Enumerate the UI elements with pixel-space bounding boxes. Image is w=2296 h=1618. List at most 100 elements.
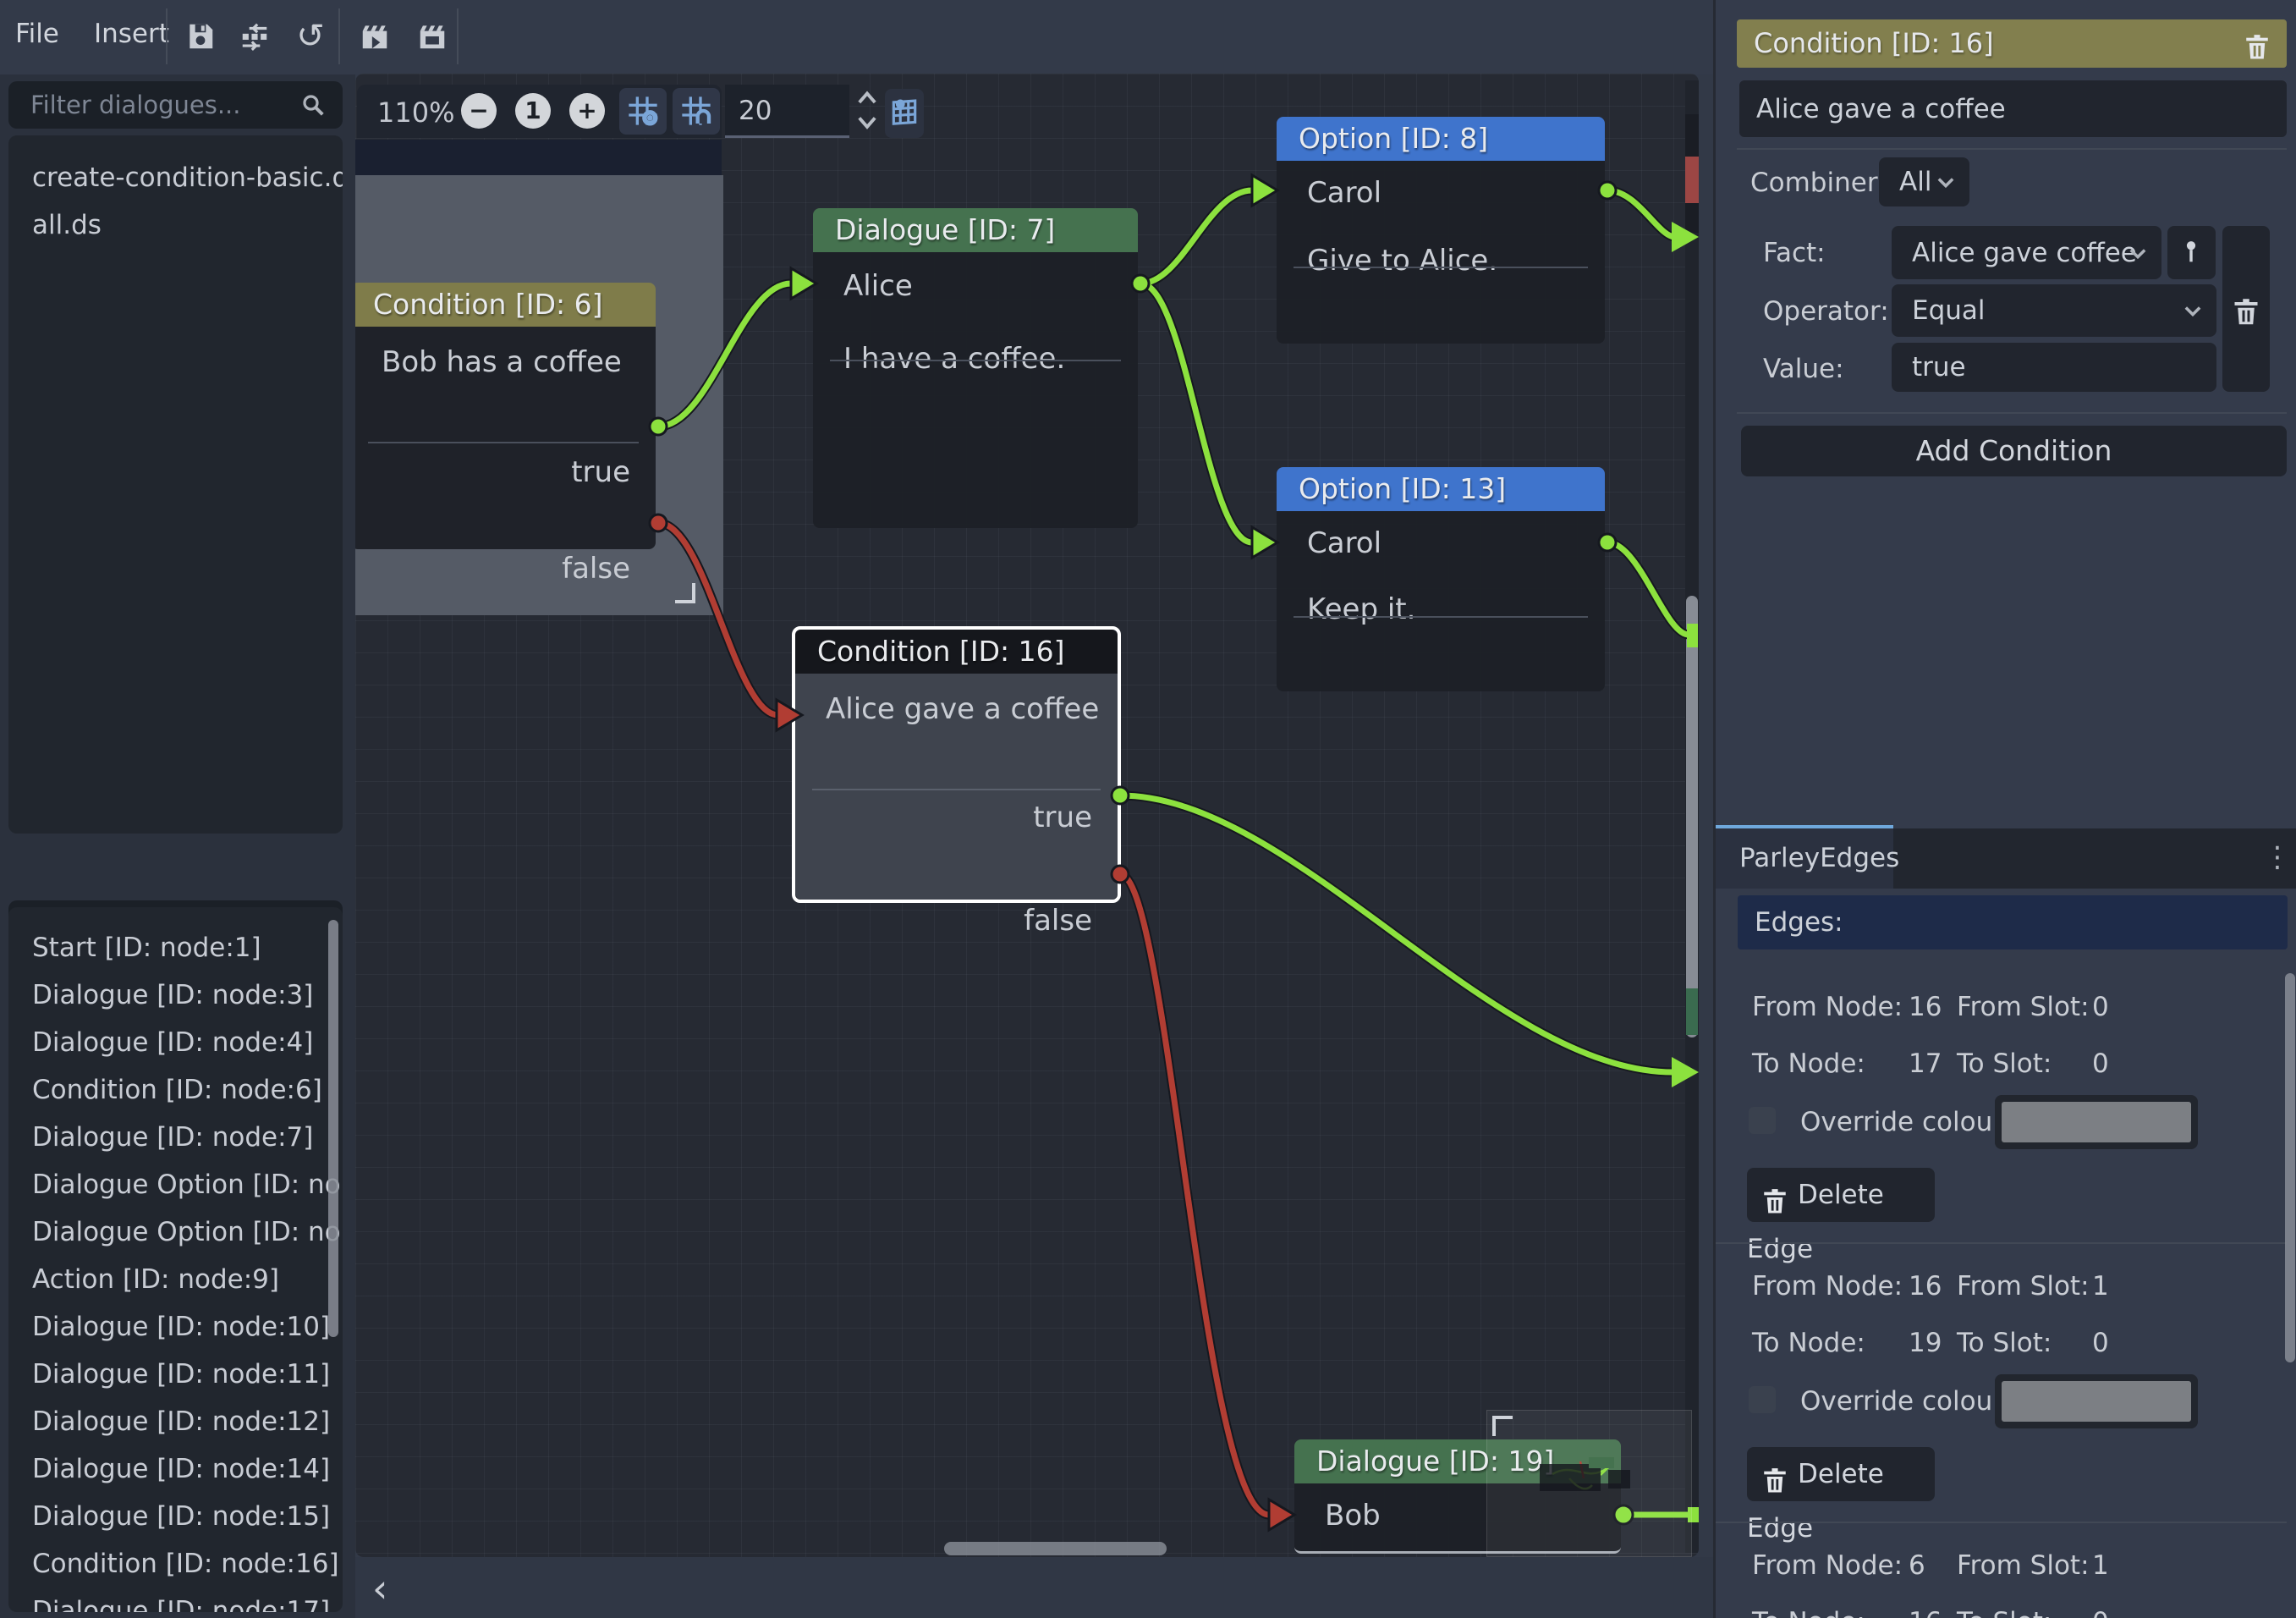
zoom-out-button[interactable]: −: [461, 93, 497, 129]
dialogue-file-item[interactable]: create-condition-basic.ds: [8, 154, 343, 201]
filter-dialogues-field[interactable]: [8, 81, 343, 129]
to-node-label: To Node:: [1752, 1607, 1865, 1618]
filter-dialogues-input[interactable]: [8, 81, 343, 129]
combiner-select[interactable]: All: [1879, 157, 1969, 206]
edge-to-row: To Node: 16 To Slot: 0: [1716, 1593, 2287, 1618]
fact-value: Alice gave coffee: [1912, 238, 2137, 268]
edge-entry: From Node: 16 From Slot: 0 To Node: 17 T…: [1716, 965, 2287, 1242]
colour-picker[interactable]: [1995, 1374, 2198, 1428]
pin-icon: [2177, 238, 2205, 267]
node-list-item[interactable]: Start [ID: node:1]: [8, 924, 343, 971]
search-icon: [300, 92, 326, 118]
snap-grid-button[interactable]: [673, 88, 720, 135]
node-list-item[interactable]: Dialogue Option [ID: no...: [8, 1208, 343, 1256]
edges-scrollbar[interactable]: [2285, 973, 2295, 1362]
canvas-footer: ‹: [355, 1557, 1713, 1618]
node-title: Option [ID: 8]: [1277, 117, 1605, 161]
inspector-title: Condition [ID: 16]: [1754, 27, 1994, 59]
node-list-item[interactable]: Condition [ID: node:16]: [8, 1540, 343, 1588]
arrange-nodes-icon[interactable]: [239, 20, 271, 52]
value-value: true: [1912, 352, 1966, 382]
zoom-level: 110%: [377, 96, 454, 129]
menu-file[interactable]: File: [0, 0, 74, 49]
node-option-8[interactable]: Option [ID: 8] Carol Give to Alice.: [1277, 117, 1605, 344]
node-list-item[interactable]: Dialogue [ID: node:17]: [8, 1588, 343, 1612]
operator-select[interactable]: Equal: [1892, 284, 2216, 337]
fact-pin-button[interactable]: [2167, 226, 2216, 279]
operator-value: Equal: [1912, 295, 1986, 326]
tab-parleyedges[interactable]: ParleyEdges: [1716, 828, 1893, 889]
edge-from-row: From Node: 16 From Slot: 1: [1716, 1258, 2287, 1314]
zoom-reset-button[interactable]: 1: [515, 93, 551, 129]
frame-resize-handle[interactable]: [675, 583, 695, 603]
undo-icon[interactable]: ↺: [294, 20, 327, 52]
graph-frame-titlebar[interactable]: [355, 140, 722, 175]
divider: [812, 789, 1101, 790]
node-list: Start [ID: node:1]Dialogue [ID: node:3]D…: [8, 907, 343, 1612]
node-list-scrollbar[interactable]: [328, 920, 338, 1337]
graph-minimap[interactable]: [1486, 1410, 1692, 1557]
delete-edge-button[interactable]: Delete Edge: [1747, 1447, 1935, 1501]
edge-cond16-false-to-dlg19: [1120, 874, 1269, 1515]
canvas-vertical-scrollbar[interactable]: [1685, 80, 1699, 1553]
to-slot-label: To Slot:: [1957, 1607, 2052, 1618]
to-slot-value: 0: [2092, 1048, 2109, 1079]
snap-value: 20: [739, 96, 772, 126]
node-list-item[interactable]: Dialogue [ID: node:11]: [8, 1351, 343, 1398]
node-list-item[interactable]: Dialogue [ID: node:14]: [8, 1445, 343, 1493]
vscroll-thumb[interactable]: [1686, 596, 1698, 1037]
to-node-value: 17: [1909, 1048, 1942, 1079]
to-slot-label: To Slot:: [1957, 1048, 2052, 1079]
node-option-13[interactable]: Option [ID: 13] Carol Keep it.: [1277, 467, 1605, 691]
node-list-item[interactable]: Dialogue [ID: node:15]: [8, 1493, 343, 1540]
node-list-item[interactable]: Dialogue [ID: node:3]: [8, 971, 343, 1019]
node-list-item[interactable]: Dialogue [ID: node:10]: [8, 1303, 343, 1351]
to-slot-value: 0: [2092, 1607, 2109, 1618]
override-colour-row: Override colour:: [1716, 1092, 2287, 1163]
dock-menu-icon[interactable]: ⋮: [2263, 840, 2292, 874]
edge-dlg7-to-opt13: [1140, 283, 1252, 542]
node-dialogue-7[interactable]: Dialogue [ID: 7] Alice I have a coffee.: [813, 208, 1138, 528]
menu-insert[interactable]: Insert: [79, 0, 184, 49]
menu-bar: File Insert ↺: [0, 0, 1713, 74]
edge-to-row: To Node: 19 To Slot: 0: [1716, 1314, 2287, 1371]
node-list-item[interactable]: Dialogue [ID: node:4]: [8, 1019, 343, 1066]
zoom-in-button[interactable]: +: [569, 93, 605, 129]
option-speaker: Carol: [1277, 511, 1605, 560]
dock-tab-bar: ParleyEdges ⋮: [1716, 828, 2296, 889]
condition-name-input[interactable]: [1739, 80, 2287, 137]
toggle-minimap-button[interactable]: [885, 89, 924, 138]
fact-select[interactable]: Alice gave coffee: [1892, 226, 2161, 279]
delete-condition-row-button[interactable]: [2222, 226, 2270, 392]
edges-list: From Node: 16 From Slot: 0 To Node: 17 T…: [1716, 965, 2287, 1618]
dialogue-file-item[interactable]: all.ds: [8, 201, 343, 249]
show-grid-button[interactable]: [619, 88, 667, 135]
run-scene-icon[interactable]: [416, 20, 448, 52]
canvas-horizontal-scrollbar[interactable]: [944, 1542, 1167, 1555]
node-list-item[interactable]: Dialogue [ID: node:7]: [8, 1114, 343, 1161]
spin-down-icon: [860, 118, 875, 127]
chevron-down-icon: [2181, 299, 2205, 322]
override-colour-checkbox[interactable]: [1749, 1386, 1776, 1413]
node-list-item[interactable]: Condition [ID: node:6]: [8, 1066, 343, 1114]
graph-canvas[interactable]: Condition [ID: 6] Bob has a coffee true …: [355, 74, 1699, 1557]
snap-distance-field[interactable]: 20: [725, 85, 849, 138]
node-list-item[interactable]: Dialogue [ID: node:12]: [8, 1398, 343, 1445]
node-list-item[interactable]: Action [ID: node:9]: [8, 1256, 343, 1303]
save-icon[interactable]: [184, 20, 217, 52]
snap-spinner[interactable]: [853, 85, 882, 138]
port-label-false: false: [562, 552, 630, 586]
trash-icon: [2231, 297, 2261, 327]
value-input[interactable]: true: [1892, 343, 2216, 392]
collapse-sidebar-icon[interactable]: ‹: [372, 1566, 387, 1611]
node-condition-16-selected[interactable]: Condition [ID: 16] Alice gave a coffee t…: [792, 626, 1121, 903]
chevron-down-icon: [2126, 241, 2150, 265]
delete-node-icon[interactable]: [2243, 29, 2271, 58]
delete-edge-button[interactable]: Delete Edge: [1747, 1168, 1935, 1222]
override-colour-checkbox[interactable]: [1749, 1107, 1776, 1134]
node-condition-6[interactable]: Condition [ID: 6] Bob has a coffee true …: [355, 283, 656, 549]
node-list-item[interactable]: Dialogue Option [ID: no...: [8, 1161, 343, 1208]
run-dialogue-icon[interactable]: [359, 20, 391, 52]
add-condition-button[interactable]: Add Condition: [1741, 426, 2287, 476]
colour-picker[interactable]: [1995, 1095, 2198, 1149]
